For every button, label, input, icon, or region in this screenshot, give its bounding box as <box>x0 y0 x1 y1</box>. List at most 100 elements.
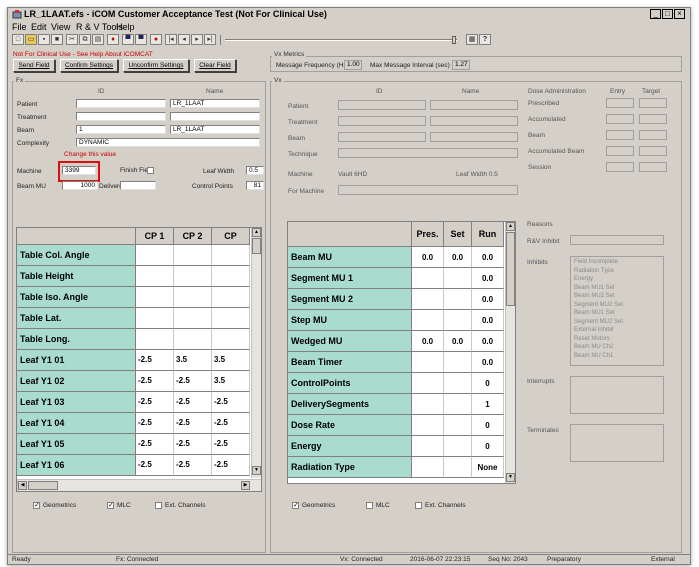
fx-grid-cell[interactable] <box>212 308 250 329</box>
fx-grid-cell[interactable]: -2.5 <box>174 434 212 455</box>
help-icon[interactable]: ? <box>479 34 491 45</box>
menu-help[interactable]: Help <box>116 22 135 32</box>
vx-grid-col-header[interactable]: Set <box>444 222 472 247</box>
fx-grid-cell[interactable]: 3.5 <box>174 350 212 371</box>
fx-grid-cell[interactable] <box>136 308 174 329</box>
fx-grid-cell[interactable]: -2.5 <box>136 392 174 413</box>
fx-beam-name-field[interactable]: LR_1LAAT <box>170 125 260 134</box>
fx-geometrics-checkbox[interactable]: ✓ <box>33 502 40 509</box>
fx-grid-cell[interactable] <box>174 308 212 329</box>
open-icon[interactable]: ▭ <box>25 34 37 45</box>
vx-mlc-checkbox[interactable] <box>366 502 373 509</box>
record-icon[interactable]: ● <box>150 34 162 45</box>
vx-beam-grid[interactable]: Pres. Set Run ▲ ▼ Beam MU 0.0 0.0 0.0 Segmen… <box>287 221 516 484</box>
maximize-button[interactable]: □ <box>662 9 673 19</box>
fx-grid-cell[interactable]: -2.5 <box>174 371 212 392</box>
beam-mu-field[interactable]: 1000 <box>62 181 98 190</box>
floppy-icon[interactable]: ■ <box>51 34 63 45</box>
fx-grid-cell[interactable]: -2.5 <box>136 350 174 371</box>
fx-grid-vscroll[interactable] <box>251 228 261 478</box>
fx-grid-cell[interactable]: -2.5 <box>136 434 174 455</box>
fx-beam-id-field[interactable]: 1 <box>76 125 166 134</box>
fx-grid-cell[interactable] <box>174 266 212 287</box>
vx-grid-vscroll-thumb[interactable] <box>506 232 515 306</box>
save-icon[interactable]: ▪ <box>38 34 50 45</box>
fx-grid-cell[interactable]: -2.5 <box>136 371 174 392</box>
close-button[interactable]: × <box>674 9 685 19</box>
fx-grid-cell[interactable]: -2.5 <box>212 455 250 476</box>
scroll-down-icon[interactable]: ▼ <box>506 473 515 482</box>
fx-patient-name-field[interactable]: LR_1LAAT <box>170 99 260 108</box>
vx-grid-col-header[interactable]: Pres. <box>412 222 444 247</box>
fx-grid-cell[interactable]: -2.5 <box>174 413 212 434</box>
vx-geometrics-checkbox[interactable]: ✓ <box>292 502 299 509</box>
menu-file[interactable]: File <box>12 22 27 32</box>
menu-view[interactable]: View <box>51 22 70 32</box>
fx-grid-cell[interactable] <box>212 329 250 350</box>
unconfirm-settings-button[interactable]: Unconfirm Settings <box>123 59 189 72</box>
fx-grid-cell[interactable] <box>136 287 174 308</box>
delivered-field[interactable] <box>120 181 156 190</box>
confirm-settings-button[interactable]: Confirm Settings <box>60 59 118 72</box>
fx-grid-cell[interactable]: -2.5 <box>212 413 250 434</box>
menu-edit[interactable]: Edit <box>31 22 47 32</box>
new-icon[interactable]: □ <box>12 34 24 45</box>
next-icon[interactable]: ▸ <box>191 34 203 45</box>
fx-grid-cell[interactable]: -2.5 <box>136 455 174 476</box>
fx-grid-vscroll-thumb[interactable] <box>252 238 261 254</box>
progress-track[interactable] <box>225 39 457 41</box>
scroll-right-icon[interactable]: ▶ <box>241 481 250 490</box>
fx-grid-col-header[interactable]: CP <box>212 228 250 245</box>
clipboard-icon[interactable]: ♦ <box>107 34 119 45</box>
paste-icon[interactable]: ▤ <box>92 34 104 45</box>
fx-control-point-grid[interactable]: CP 1 CP 2 CP ▲ ▼ Table Col. Angle Table H… <box>16 227 262 492</box>
print-preview-icon[interactable]: ▀ <box>135 34 147 45</box>
fx-grid-cell[interactable] <box>212 287 250 308</box>
vx-ext-channels-checkbox[interactable] <box>415 502 422 509</box>
copy-icon[interactable]: ⧉ <box>79 34 91 45</box>
scroll-down-icon[interactable]: ▼ <box>252 466 261 475</box>
cut-icon[interactable]: ✂ <box>66 34 78 45</box>
fx-grid-hscroll-thumb[interactable] <box>28 481 58 490</box>
fx-grid-cell[interactable] <box>174 245 212 266</box>
fx-grid-cell[interactable]: 3.5 <box>212 350 250 371</box>
fx-treatment-id-field[interactable] <box>76 112 166 121</box>
control-points-field[interactable]: 81 <box>246 181 264 190</box>
fx-grid-cell[interactable] <box>212 266 250 287</box>
fx-grid-cell[interactable]: -2.5 <box>212 392 250 413</box>
scroll-up-icon[interactable]: ▲ <box>506 222 515 231</box>
print-icon[interactable]: ▀ <box>122 34 134 45</box>
scroll-up-icon[interactable]: ▲ <box>252 228 261 237</box>
clear-field-button[interactable]: Clear Field <box>194 59 236 72</box>
send-field-button[interactable]: Send Field <box>13 59 55 72</box>
fx-grid-cell[interactable] <box>174 329 212 350</box>
vx-grid-col-header[interactable]: Run <box>472 222 504 247</box>
fx-grid-col-header[interactable]: CP 2 <box>174 228 212 245</box>
fx-treatment-name-field[interactable] <box>170 112 260 121</box>
leaf-width-field[interactable]: 0.5 <box>246 166 264 175</box>
progress-slider-handle[interactable] <box>452 36 456 44</box>
fx-grid-cell[interactable] <box>136 266 174 287</box>
fx-grid-cell[interactable]: -2.5 <box>174 455 212 476</box>
fx-grid-col-header[interactable]: CP 1 <box>136 228 174 245</box>
minimize-button[interactable]: _ <box>650 9 661 19</box>
machine-field[interactable]: 3399 <box>62 166 96 175</box>
fx-grid-cell[interactable]: -2.5 <box>174 392 212 413</box>
prev-icon[interactable]: ◂ <box>178 34 190 45</box>
fx-grid-cell[interactable]: -2.5 <box>212 434 250 455</box>
first-icon[interactable]: |◂ <box>165 34 177 45</box>
fx-grid-cell[interactable] <box>174 287 212 308</box>
fx-grid-cell[interactable] <box>136 329 174 350</box>
fx-mlc-checkbox[interactable]: ✓ <box>107 502 114 509</box>
fx-patient-id-field[interactable] <box>76 99 166 108</box>
fx-grid-cell[interactable] <box>136 245 174 266</box>
fx-grid-cell[interactable] <box>212 245 250 266</box>
fx-grid-cell[interactable]: 3.5 <box>212 371 250 392</box>
fx-ext-channels-checkbox[interactable] <box>155 502 162 509</box>
scroll-left-icon[interactable]: ◀ <box>18 481 27 490</box>
fx-grid-cell[interactable]: -2.5 <box>136 413 174 434</box>
grid-icon[interactable]: ▦ <box>466 34 478 45</box>
finish-field-checkbox[interactable] <box>147 167 154 174</box>
complexity-field[interactable]: DYNAMIC <box>76 138 260 147</box>
last-icon[interactable]: ▸| <box>204 34 216 45</box>
